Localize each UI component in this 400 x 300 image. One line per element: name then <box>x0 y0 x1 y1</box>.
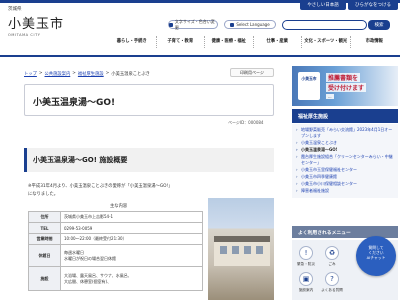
logo-city-name: 小美玉市 <box>8 17 65 32</box>
table-key: 営業時間 <box>28 233 61 245</box>
print-label: 印刷用ページ <box>240 69 264 75</box>
table-row: 休館日 毎週水曜日 水曜日が祝日の場合翌日休館 <box>28 244 203 267</box>
city-logo[interactable]: 茨城県 小美玉市 OMITAMA CITY <box>8 6 68 46</box>
table-value: 0299-53-0059 <box>60 222 203 234</box>
section-heading-box: 小美玉温泉湯〜GO! 施設概要 <box>24 148 274 172</box>
sidebar-item-clean-center[interactable]: 霞台厚生施設組合「クリーンセンターみらい・中継センター」 <box>296 154 394 166</box>
font-size-label: 文字サイズ・色合い変更 <box>174 18 215 30</box>
menu-label: よくある質問 <box>321 288 343 292</box>
breadcrumb-sep: > <box>38 71 43 76</box>
search-button-label: 検索 <box>374 23 384 28</box>
easy-japanese-button[interactable]: やさしい日本語 <box>300 0 346 10</box>
page-id: ページID：000084 <box>228 120 264 125</box>
intro-line-1: ※平成31年4月より、小美玉温泉ことぶきの愛称が「小美玉温泉湯〜GO!」 <box>28 184 173 189</box>
search-input[interactable] <box>282 20 367 30</box>
building-window <box>220 246 227 254</box>
globe-icon <box>230 22 235 27</box>
menu-label: 緊急・防災 <box>297 262 315 266</box>
breadcrumb-facilities[interactable]: 公共施設案内 <box>45 71 71 77</box>
alert-icon: ! <box>299 246 313 260</box>
banner-badge: 小美玉市 <box>298 72 320 100</box>
gnav-item-living[interactable]: 暮らし・手続き <box>108 36 156 48</box>
table-row: TEL 0299-53-0059 <box>28 222 203 234</box>
table-row: 施設 大浴場、露天風呂、サウナ、水風呂、 大広間、休憩室(個室有)、 <box>28 266 203 291</box>
menu-label: 施設案内 <box>298 288 314 292</box>
ai-chat-button[interactable]: 質問して ください AIチャット <box>356 236 396 276</box>
section-heading: 小美玉温泉湯〜GO! 施設概要 <box>33 156 128 164</box>
menu-item-garbage[interactable]: ♻ ごみ <box>320 246 344 267</box>
gnav-item-government[interactable]: 市政情報 <box>349 36 399 48</box>
breadcrumb-welfare[interactable]: 福祉厚生施設 <box>78 71 104 77</box>
sidebar-item-shiki[interactable]: 小美玉市四季健康館 <box>296 174 394 180</box>
easy-japanese-label: やさしい日本語 <box>307 3 339 8</box>
menu-label: ごみ <box>328 262 336 266</box>
gnav-item-work[interactable]: 仕事・産業 <box>252 36 302 48</box>
text-size-icon <box>169 22 173 27</box>
logo-romaji: OMITAMA CITY <box>8 33 41 37</box>
banner-line-1: 推薦書類を <box>326 73 361 82</box>
table-value: 10:00〜22:00（最終受付21:30） <box>60 233 203 245</box>
gnav-item-health[interactable]: 健康・医療・福祉 <box>204 36 253 48</box>
building-window <box>232 246 239 254</box>
page-title-box: 小美玉温泉湯〜GO! <box>24 84 274 116</box>
language-select-button[interactable]: Select Language <box>224 20 276 29</box>
chat-line-3: AIチャット <box>366 255 386 260</box>
global-nav: 暮らし・手続き 子育て・教育 健康・医療・福祉 仕事・産業 文化・スポーツ・観光… <box>108 36 398 48</box>
table-row: 営業時間 10:00〜22:00（最終受付21:30） <box>28 233 203 245</box>
menu-item-emergency[interactable]: ! 緊急・防災 <box>294 246 318 267</box>
table-key: 住所 <box>28 211 61 223</box>
sidebar-item-ogawa-center[interactable]: 小美玉市小川保健相談センター <box>296 181 394 187</box>
table-value: 茨城県小美玉市上吉影54-1 <box>60 211 203 223</box>
banner-sub: ... <box>326 94 334 99</box>
gnav-item-childcare[interactable]: 子育て・教育 <box>155 36 205 48</box>
banner-line-2: 受け付けます <box>326 83 367 92</box>
sidebar-list: 地場野菜販売「みらい交流館」2023年4月1日オープンします 小美玉温泉ことぶき… <box>292 124 398 198</box>
sidebar-item-disability[interactable]: 障害者福祉施設 <box>296 188 394 194</box>
language-label: Select Language <box>236 22 270 27</box>
table-key: TEL <box>28 222 61 234</box>
sidebar-heading: 福祉厚生施設 <box>292 109 398 123</box>
breadcrumb-home[interactable]: トップ <box>24 71 37 77</box>
table-row: 住所 茨城県小美玉市上吉影54-1 <box>28 211 203 223</box>
logo-prefecture: 茨城県 <box>8 7 22 12</box>
building-window <box>256 246 263 254</box>
table-value: 大浴場、露天風呂、サウナ、水風呂、 大広間、休憩室(個室有)、 <box>60 266 203 291</box>
font-size-button[interactable]: 文字サイズ・色合い変更 <box>168 18 218 30</box>
print-button[interactable]: 印刷用ページ <box>230 68 274 77</box>
nav-divider <box>0 55 400 57</box>
question-icon: ? <box>325 272 339 286</box>
sidebar-item-farm-market[interactable]: 地場野菜販売「みらい交流館」2023年4月1日オープンします <box>296 127 394 139</box>
menu-item-faq[interactable]: ? よくある質問 <box>320 272 344 293</box>
breadcrumb-sep: > <box>72 71 76 76</box>
building-icon: ▣ <box>299 272 313 286</box>
table-key: 休館日 <box>28 244 61 267</box>
page-title: 小美玉温泉湯〜GO! <box>33 98 116 108</box>
breadcrumb: トップ > 公共施設案内 > 福祉厚生施設 > 小美玉温泉ことぶき <box>24 71 150 77</box>
hiragana-label: ひらがなをつける <box>355 3 391 8</box>
recruitment-banner[interactable]: 小美玉市 推薦書類を 受け付けます ... <box>292 66 398 106</box>
sidebar-item-yugo[interactable]: 小美玉温泉湯〜GO! <box>296 147 394 153</box>
hiragana-button[interactable]: ひらがなをつける <box>348 0 398 10</box>
trash-icon: ♻ <box>325 246 339 260</box>
intro-text: ※平成31年4月より、小美玉温泉ことぶきの愛称が「小美玉温泉湯〜GO!」 になり… <box>28 183 228 199</box>
facility-photo <box>208 198 274 300</box>
table-value: 毎週水曜日 水曜日が祝日の場合翌日休館 <box>60 244 203 267</box>
search-button[interactable]: 検索 <box>368 20 390 30</box>
table-key: 施設 <box>28 266 61 291</box>
table-caption: 主な内容 <box>110 204 128 209</box>
breadcrumb-sep: > <box>105 71 110 76</box>
breadcrumb-current: 小美玉温泉ことぶき <box>111 72 150 77</box>
gnav-item-culture[interactable]: 文化・スポーツ・観光 <box>301 36 350 48</box>
sidebar-item-kotobuki[interactable]: 小美玉温泉ことぶき <box>296 140 394 146</box>
facility-info-table: 住所 茨城県小美玉市上吉影54-1 TEL 0299-53-0059 営業時間 … <box>28 211 203 291</box>
menu-item-facilities[interactable]: ▣ 施設案内 <box>294 272 318 293</box>
intro-line-2: になりました。 <box>28 192 59 197</box>
sidebar-item-tamari-center[interactable]: 小美玉市玉里保健福祉センター <box>296 167 394 173</box>
building-window <box>244 246 251 254</box>
